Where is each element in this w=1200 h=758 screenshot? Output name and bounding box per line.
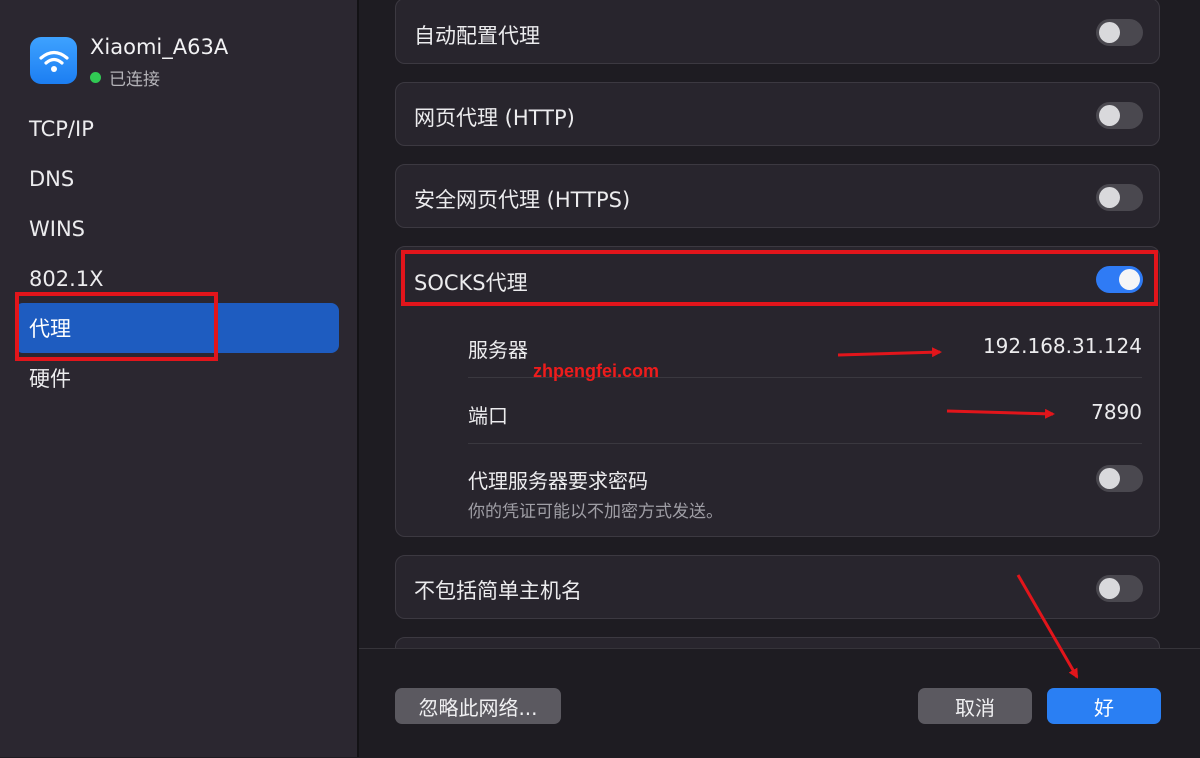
annotation-arrows [837,347,1079,679]
arrow-to-port [946,408,1055,419]
arrow-to-ok-button [1016,574,1079,679]
arrow-to-server [837,347,942,358]
